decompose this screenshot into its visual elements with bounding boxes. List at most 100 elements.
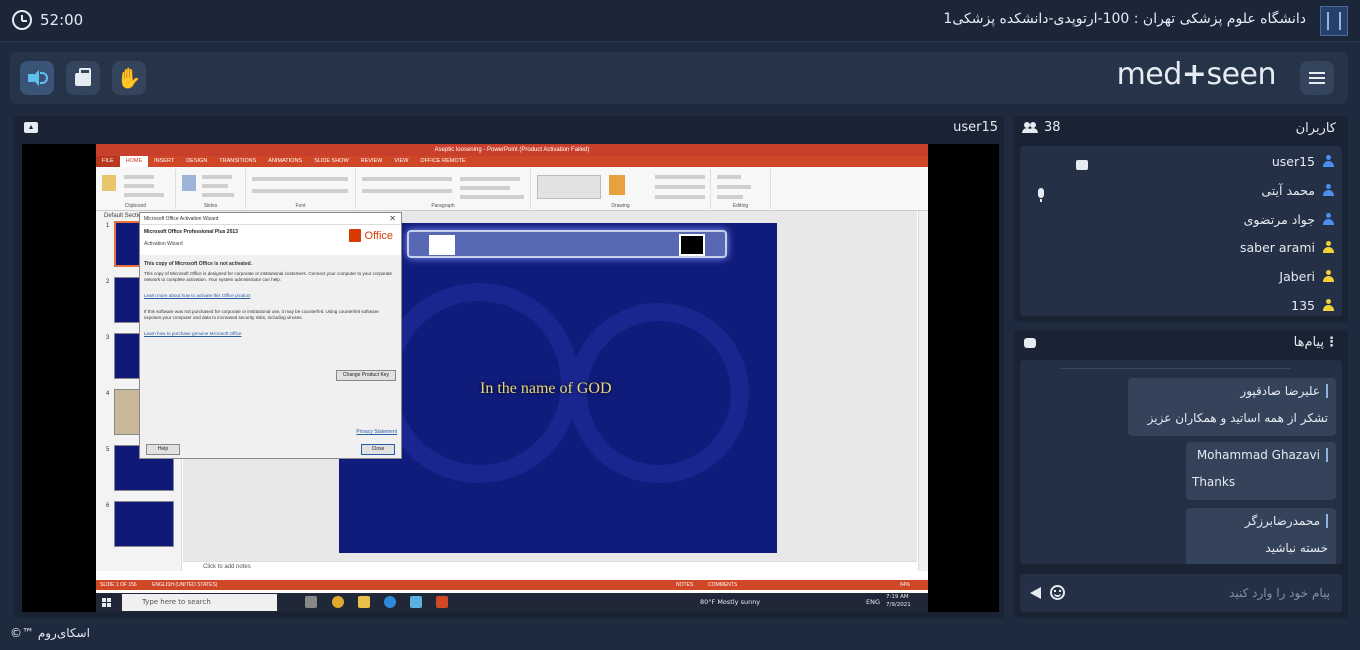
screen-share-icon bbox=[1076, 160, 1088, 170]
pp-group-paragraph: Paragraph bbox=[356, 169, 531, 209]
chat-message: Mohammad Ghazavi Thanks bbox=[1186, 442, 1336, 500]
users-count: 38 bbox=[1022, 120, 1061, 135]
clock-icon bbox=[12, 10, 32, 30]
dialog-close-button: Close bbox=[361, 444, 395, 455]
chat-title: پیام‌ها bbox=[1293, 335, 1324, 350]
top-bar: 52:00 دانشگاه علوم پزشکی تهران : 100-ارت… bbox=[0, 0, 1360, 42]
user-icon bbox=[1323, 213, 1334, 225]
hand-icon: ✋ bbox=[116, 66, 142, 90]
user-item[interactable]: Jaberi bbox=[1279, 266, 1334, 286]
room-title: دانشگاه علوم پزشکی تهران : 100-ارتوپدی-د… bbox=[943, 11, 1306, 27]
pp-group-drawing: Drawing bbox=[531, 169, 711, 209]
raise-hand-button[interactable]: ✋ bbox=[112, 61, 146, 95]
message-text: تشکر از همه اساتید و همکاران عزیز bbox=[1147, 411, 1328, 425]
chat-messages: علیرضا صادقپور تشکر از همه اساتید و همکا… bbox=[1020, 360, 1342, 564]
privacy-link: Privacy Statement bbox=[356, 429, 397, 435]
send-icon[interactable] bbox=[1030, 587, 1041, 599]
brand-left: med bbox=[1116, 57, 1183, 92]
chat-message: علیرضا صادقپور تشکر از همه اساتید و همکا… bbox=[1128, 378, 1336, 436]
dialog-close-icon: ✕ bbox=[389, 214, 396, 223]
university-logo-icon bbox=[1320, 6, 1348, 36]
message-text: خسته نباشید bbox=[1265, 541, 1328, 555]
brand-logo: med+seen bbox=[1116, 57, 1277, 92]
pp-group-slides: Slides bbox=[176, 169, 246, 209]
pp-group-font: Font bbox=[246, 169, 356, 209]
message-sender: Mohammad Ghazavi bbox=[1197, 448, 1328, 462]
dialog-body: This copy of Microsoft Office is not act… bbox=[140, 255, 401, 353]
toolbox-button[interactable] bbox=[66, 61, 100, 95]
chat-input[interactable] bbox=[1080, 580, 1330, 606]
pp-group-clipboard: Clipboard bbox=[96, 169, 176, 209]
pp-tab-review: REVIEW bbox=[360, 158, 383, 164]
user-item[interactable]: محمد آیتی bbox=[1261, 180, 1334, 200]
dialog-text-2: If this software was not purchased for c… bbox=[144, 309, 379, 320]
pp-current-slide: In the name of GOD bbox=[339, 223, 777, 553]
dialog-link-2: Learn how to purchase genuine Microsoft … bbox=[144, 331, 242, 336]
user-item[interactable]: جواد مرتضوی bbox=[1244, 209, 1334, 229]
more-options-icon[interactable]: ⋮ bbox=[1325, 335, 1338, 350]
brand-plus-icon: + bbox=[1181, 57, 1207, 92]
slide-title: In the name of GOD bbox=[480, 380, 612, 397]
timer-text: 52:00 bbox=[40, 11, 84, 29]
briefcase-icon bbox=[75, 68, 91, 86]
pp-scrollbar bbox=[918, 211, 928, 571]
chat-panel: پیام‌ها ⋮ علیرضا صادقپور تشکر از همه اسا… bbox=[1014, 330, 1348, 618]
user-icon bbox=[1323, 155, 1334, 167]
pp-notes: Click to add notes bbox=[183, 561, 917, 573]
user-icon bbox=[1323, 184, 1334, 196]
pp-tab-transitions: TRANSITIONS bbox=[219, 158, 257, 164]
users-title: کاربران bbox=[1295, 121, 1336, 136]
app-icon bbox=[410, 596, 422, 608]
people-icon bbox=[1022, 121, 1038, 134]
chat-input-bar bbox=[1020, 574, 1342, 612]
pp-group-editing: Editing bbox=[711, 169, 771, 209]
session-timer: 52:00 bbox=[12, 10, 83, 30]
speaker-button[interactable] bbox=[20, 61, 54, 95]
user-item[interactable]: saber arami bbox=[1240, 237, 1334, 257]
pp-thumb-6 bbox=[114, 501, 174, 547]
dialog-subtitle: Activation Wizard bbox=[144, 241, 183, 247]
users-panel: 38 کاربران user15 محمد آیتی جواد مرتضوی … bbox=[1014, 116, 1348, 322]
chat-message: محمدرضابرزگر خسته نباشید bbox=[1186, 508, 1336, 564]
dialog-heading: This copy of Microsoft Office is not act… bbox=[144, 261, 253, 267]
powerpoint-window: Aseptic loosening - PowerPoint (Product … bbox=[96, 144, 928, 593]
menu-button[interactable] bbox=[1300, 61, 1334, 95]
emoji-icon[interactable] bbox=[1050, 585, 1065, 600]
pp-tab-office-remote: OFFICE REMOTE bbox=[420, 158, 466, 164]
dialog-link-1: Learn more about how to activate this Of… bbox=[144, 293, 251, 298]
pp-ribbon-tabs: FILE HOME INSERT DESIGN TRANSITIONS ANIM… bbox=[96, 156, 928, 167]
hamburger-icon bbox=[1309, 72, 1325, 74]
user-icon bbox=[1323, 270, 1334, 282]
change-key-button: Change Product Key bbox=[336, 370, 396, 381]
dialog-title: Microsoft Office Activation Wizard ✕ bbox=[140, 213, 401, 225]
pp-tab-slideshow: SLIDE SHOW bbox=[314, 158, 349, 164]
taskbar-weather: 80°F Mostly sunny bbox=[700, 598, 761, 606]
presenter-name: user15 bbox=[953, 120, 998, 135]
taskbar-search: Type here to search bbox=[122, 594, 277, 611]
user-item[interactable]: user15 bbox=[1272, 151, 1334, 171]
microphone-icon bbox=[1038, 188, 1044, 202]
pp-ribbon: Clipboard Slides Font Paragraph Drawing … bbox=[96, 167, 928, 211]
slide-left-logo-icon bbox=[429, 235, 455, 255]
message-text: Thanks bbox=[1192, 475, 1236, 489]
pp-tab-home: HOME bbox=[119, 156, 149, 167]
help-button: Help bbox=[146, 444, 180, 455]
pp-tab-design: DESIGN bbox=[186, 158, 208, 164]
screen-share-icon[interactable] bbox=[24, 122, 38, 133]
folder-icon bbox=[358, 596, 370, 608]
slide-right-logo-icon bbox=[679, 234, 705, 256]
taskbar-lang: ENG bbox=[866, 598, 881, 606]
office-logo: Office bbox=[349, 229, 393, 242]
slide-header-band bbox=[407, 230, 727, 258]
chat-icon bbox=[1024, 338, 1036, 348]
task-view-icon bbox=[305, 596, 317, 608]
pp-tab-insert: INSERT bbox=[154, 158, 175, 164]
pp-status-bar: SLIDE 1 OF 156 ENGLISH (UNITED STATES) N… bbox=[96, 580, 928, 590]
message-sender: محمدرضابرزگر bbox=[1245, 514, 1328, 528]
dialog-header: Microsoft Office Professional Plus 2013 … bbox=[140, 225, 401, 255]
windows-icon bbox=[102, 598, 111, 607]
shared-screen-panel: user15 Aseptic loosening - PowerPoint (P… bbox=[14, 116, 1004, 618]
chrome-icon bbox=[332, 596, 344, 608]
shared-screen-header: user15 bbox=[14, 116, 1004, 140]
user-item[interactable]: 135 bbox=[1291, 295, 1334, 315]
